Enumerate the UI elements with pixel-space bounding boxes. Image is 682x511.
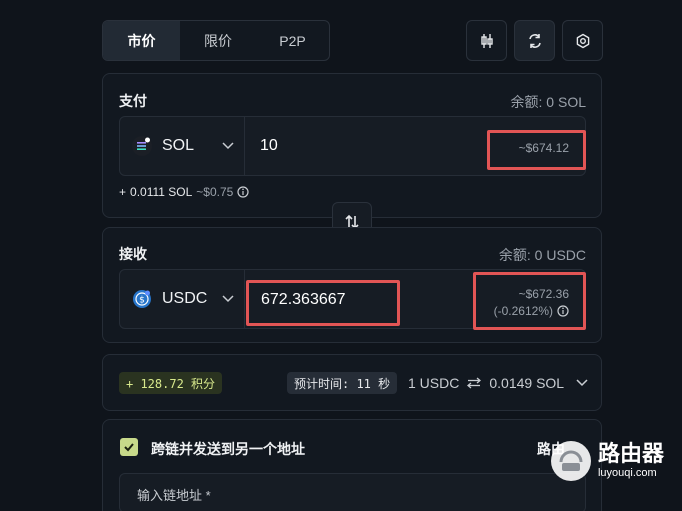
order-type-tabs: 市价 限价 P2P — [102, 20, 330, 61]
chain-address-input[interactable]: 输入链地址 * — [119, 473, 586, 511]
crosschain-checkbox[interactable] — [120, 438, 138, 456]
tab-limit[interactable]: 限价 — [180, 21, 256, 60]
svg-text:$: $ — [139, 296, 145, 306]
receive-pct-value: (-0.2612%) — [493, 304, 553, 318]
rate-right: 0.0149 SOL — [489, 375, 565, 391]
points-badge: + 128.72 积分 — [119, 372, 223, 394]
pay-fee-amount: 0.0111 SOL — [130, 185, 193, 199]
crosschain-label: 跨链并发送到另一个地址 — [151, 441, 305, 457]
chevron-down-icon — [222, 295, 234, 303]
chart-button[interactable] — [466, 20, 507, 61]
pay-amount-input[interactable]: 10 — [260, 137, 278, 155]
pay-fee-plus: + — [119, 185, 127, 199]
receive-token-name: USDC — [162, 290, 208, 307]
receive-usd-highlight: ~$672.36 (-0.2612%) — [473, 272, 586, 330]
check-icon — [124, 443, 134, 452]
chevron-down-icon — [576, 379, 588, 387]
receive-pct: (-0.2612%) — [494, 304, 569, 318]
usdc-token-icon: $ — [133, 290, 151, 308]
receive-balance: 余额: 0 USDC — [498, 247, 586, 263]
watermark-title: 路由器 — [597, 441, 664, 466]
receive-amount-value[interactable]: 672.363667 — [261, 291, 346, 309]
pay-usd-highlight: ~$674.12 — [487, 130, 586, 170]
pay-token-selector[interactable]: SOL — [120, 117, 245, 175]
receive-usd-value: ~$672.36 — [518, 287, 569, 301]
rate-display[interactable]: 1 USDC 0.0149 SOL — [408, 375, 588, 391]
refresh-icon — [528, 33, 541, 48]
pay-usd-value: ~$674.12 — [518, 141, 569, 155]
gear-icon — [576, 33, 589, 48]
receive-amount-highlight: 672.363667 — [246, 280, 400, 326]
candlestick-icon — [480, 33, 493, 48]
eta-badge: 预计时间: 11 秒 — [287, 372, 398, 394]
swap-horizontal-icon — [467, 377, 482, 389]
watermark: 路由器 luyouqi.com — [550, 440, 664, 482]
pay-token-name: SOL — [162, 137, 195, 154]
info-icon[interactable] — [557, 305, 569, 317]
refresh-button[interactable] — [514, 20, 555, 61]
tab-p2p[interactable]: P2P — [256, 21, 329, 60]
chain-address-placeholder: 输入链地址 * — [137, 488, 211, 503]
info-icon[interactable] — [237, 186, 249, 198]
chevron-down-icon — [222, 142, 234, 150]
watermark-url: luyouqi.com — [597, 467, 657, 479]
receive-token-selector[interactable]: $ USDC — [120, 270, 245, 328]
pay-fee: + 0.0111 SOL ~$0.75 — [119, 185, 249, 199]
receive-title: 接收 — [119, 246, 147, 262]
router-logo-icon — [550, 441, 591, 481]
tab-market[interactable]: 市价 — [103, 21, 180, 60]
settings-button[interactable] — [562, 20, 603, 61]
rate-left: 1 USDC — [408, 375, 460, 391]
pay-fee-usd: ~$0.75 — [196, 185, 234, 199]
sol-token-icon — [132, 136, 152, 156]
pay-balance: 余额: 0 SOL — [510, 94, 586, 110]
pay-title: 支付 — [119, 93, 147, 109]
